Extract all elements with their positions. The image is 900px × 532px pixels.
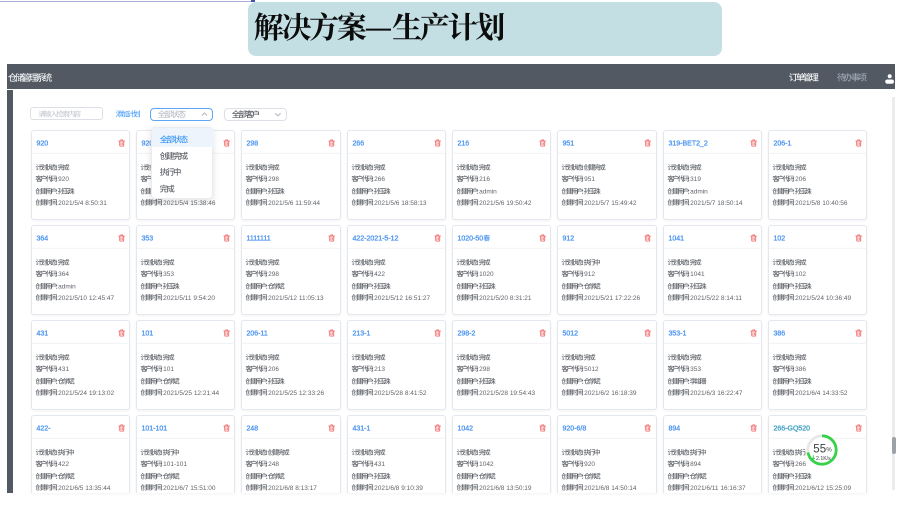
svg-text:2021/5/22 8:14:11: 2021/5/22 8:14:11 (690, 295, 742, 302)
svg-text:2021/5/12 16:51:27: 2021/5/12 16:51:27 (374, 295, 430, 302)
svg-text:206-11: 206-11 (247, 330, 268, 337)
svg-text:1041: 1041 (690, 271, 705, 278)
svg-text:912: 912 (563, 235, 575, 242)
svg-text:386: 386 (795, 366, 806, 373)
svg-text:298: 298 (268, 271, 279, 278)
svg-text:1042: 1042 (479, 461, 494, 468)
svg-text:364: 364 (58, 271, 69, 278)
svg-text:2021/5/20 8:31:21: 2021/5/20 8:31:21 (479, 295, 532, 302)
svg-text:2021/5/7 18:50:14: 2021/5/7 18:50:14 (690, 199, 743, 206)
svg-text:2021/6/5 13:35:44: 2021/6/5 13:35:44 (58, 485, 111, 492)
svg-text:2021/6/8 13:50:19: 2021/6/8 13:50:19 (479, 485, 532, 492)
svg-text:2021/6/3 16:22:47: 2021/6/3 16:22:47 (690, 390, 743, 397)
svg-text:2021/5/7 15:49:42: 2021/5/7 15:49:42 (584, 199, 637, 206)
svg-text:2021/5/28 19:54:43: 2021/5/28 19:54:43 (479, 390, 535, 397)
svg-text:5012: 5012 (563, 330, 579, 337)
svg-text:2.1K/s: 2.1K/s (816, 456, 831, 462)
svg-text:2021/6/2 16:18:39: 2021/6/2 16:18:39 (584, 390, 637, 397)
svg-text:319-BET2_2: 319-BET2_2 (668, 140, 707, 147)
svg-text:248: 248 (247, 426, 259, 433)
svg-text:101: 101 (141, 330, 153, 337)
svg-text:920: 920 (584, 461, 595, 468)
svg-text:213-1: 213-1 (352, 330, 370, 337)
svg-text:266: 266 (374, 176, 385, 183)
svg-text:266: 266 (352, 140, 364, 147)
svg-text:2021/5/12 11:05:13: 2021/5/12 11:05:13 (268, 295, 324, 302)
svg-text:2021/5/11 9:54:20: 2021/5/11 9:54:20 (163, 295, 215, 302)
svg-text:2021/5/24 19:13:02: 2021/5/24 19:13:02 (58, 390, 114, 397)
svg-text:298: 298 (479, 366, 490, 373)
svg-text:2021/6/4 14:33:52: 2021/6/4 14:33:52 (795, 390, 848, 397)
svg-text:admin: admin (479, 188, 497, 195)
svg-text:206: 206 (268, 366, 279, 373)
svg-text:248: 248 (268, 461, 279, 468)
svg-text:2021/6/7 15:51:00: 2021/6/7 15:51:00 (163, 485, 216, 492)
svg-text:2021/5/21 17:22:26: 2021/5/21 17:22:26 (584, 295, 640, 302)
svg-text:102: 102 (795, 271, 806, 278)
svg-text:2021/6/8 8:13:17: 2021/6/8 8:13:17 (268, 485, 317, 492)
svg-text:386: 386 (774, 330, 786, 337)
svg-text:364: 364 (36, 235, 48, 242)
svg-text:5012: 5012 (584, 366, 599, 373)
svg-text:353-1: 353-1 (668, 330, 686, 337)
svg-text:920: 920 (36, 140, 48, 147)
svg-text:102: 102 (774, 235, 786, 242)
svg-text:2021/6/8 14:50:14: 2021/6/8 14:50:14 (584, 485, 637, 492)
svg-text:2021/5/6 11:59:44: 2021/5/6 11:59:44 (268, 199, 320, 206)
svg-text:2021/5/28 8:41:52: 2021/5/28 8:41:52 (374, 390, 427, 397)
svg-text:55: 55 (813, 444, 826, 456)
svg-text:894: 894 (690, 461, 701, 468)
svg-text:admin: admin (58, 283, 76, 290)
svg-text:216: 216 (479, 176, 490, 183)
svg-text:431-1: 431-1 (352, 426, 370, 433)
svg-text:2021/5/24 10:36:49: 2021/5/24 10:36:49 (795, 295, 851, 302)
svg-text:%: % (826, 447, 832, 454)
svg-text:319: 319 (690, 176, 701, 183)
svg-text:216: 216 (458, 140, 470, 147)
svg-text:2021/6/8 9:10:39: 2021/6/8 9:10:39 (374, 485, 423, 492)
svg-text:353: 353 (163, 271, 174, 278)
svg-text:422: 422 (374, 271, 385, 278)
svg-text:213: 213 (374, 366, 385, 373)
svg-text:2021/5/6 19:50:42: 2021/5/6 19:50:42 (479, 199, 532, 206)
svg-text:2021/5/25 12:33:26: 2021/5/25 12:33:26 (268, 390, 324, 397)
svg-text:2021/5/6 18:58:13: 2021/5/6 18:58:13 (374, 199, 427, 206)
svg-text:431: 431 (374, 461, 385, 468)
svg-text:2021/6/12 15:25:09: 2021/6/12 15:25:09 (795, 485, 851, 492)
svg-text:422-2021-5-12: 422-2021-5-12 (352, 235, 398, 242)
svg-text:2021/5/8 10:40:56: 2021/5/8 10:40:56 (795, 199, 848, 206)
svg-text:298: 298 (268, 176, 279, 183)
svg-text:206: 206 (795, 176, 806, 183)
svg-text:353: 353 (690, 366, 701, 373)
svg-text:1042: 1042 (458, 426, 474, 433)
svg-text:1111111: 1111111 (247, 235, 271, 242)
svg-text:2021/5/4 8:50:31: 2021/5/4 8:50:31 (58, 199, 107, 206)
svg-text:1020-50: 1020-50 (458, 235, 484, 242)
svg-text:353: 353 (141, 235, 153, 242)
svg-text:admin: admin (690, 188, 708, 195)
svg-text:101-101: 101-101 (141, 426, 167, 433)
svg-text:101-101: 101-101 (163, 461, 187, 468)
svg-text:920: 920 (58, 176, 69, 183)
svg-text:1020: 1020 (479, 271, 494, 278)
svg-text:951: 951 (563, 140, 575, 147)
svg-text:422-: 422- (36, 426, 51, 433)
svg-text:1041: 1041 (668, 235, 684, 242)
svg-text:431: 431 (58, 366, 69, 373)
svg-text:2021/5/10 12:45:47: 2021/5/10 12:45:47 (58, 295, 114, 302)
svg-text:951: 951 (584, 176, 595, 183)
svg-text:431: 431 (36, 330, 48, 337)
svg-text:101: 101 (163, 366, 174, 373)
svg-text:2021/5/25 12:21:44: 2021/5/25 12:21:44 (163, 390, 219, 397)
svg-text:894: 894 (668, 426, 680, 433)
svg-text:206-1: 206-1 (774, 140, 792, 147)
svg-text:912: 912 (584, 271, 595, 278)
svg-text:422: 422 (58, 461, 69, 468)
svg-text:920-6/8: 920-6/8 (563, 426, 587, 433)
svg-text:298-2: 298-2 (458, 330, 476, 337)
svg-text:2021/6/11 16:16:37: 2021/6/11 16:16:37 (690, 485, 746, 492)
